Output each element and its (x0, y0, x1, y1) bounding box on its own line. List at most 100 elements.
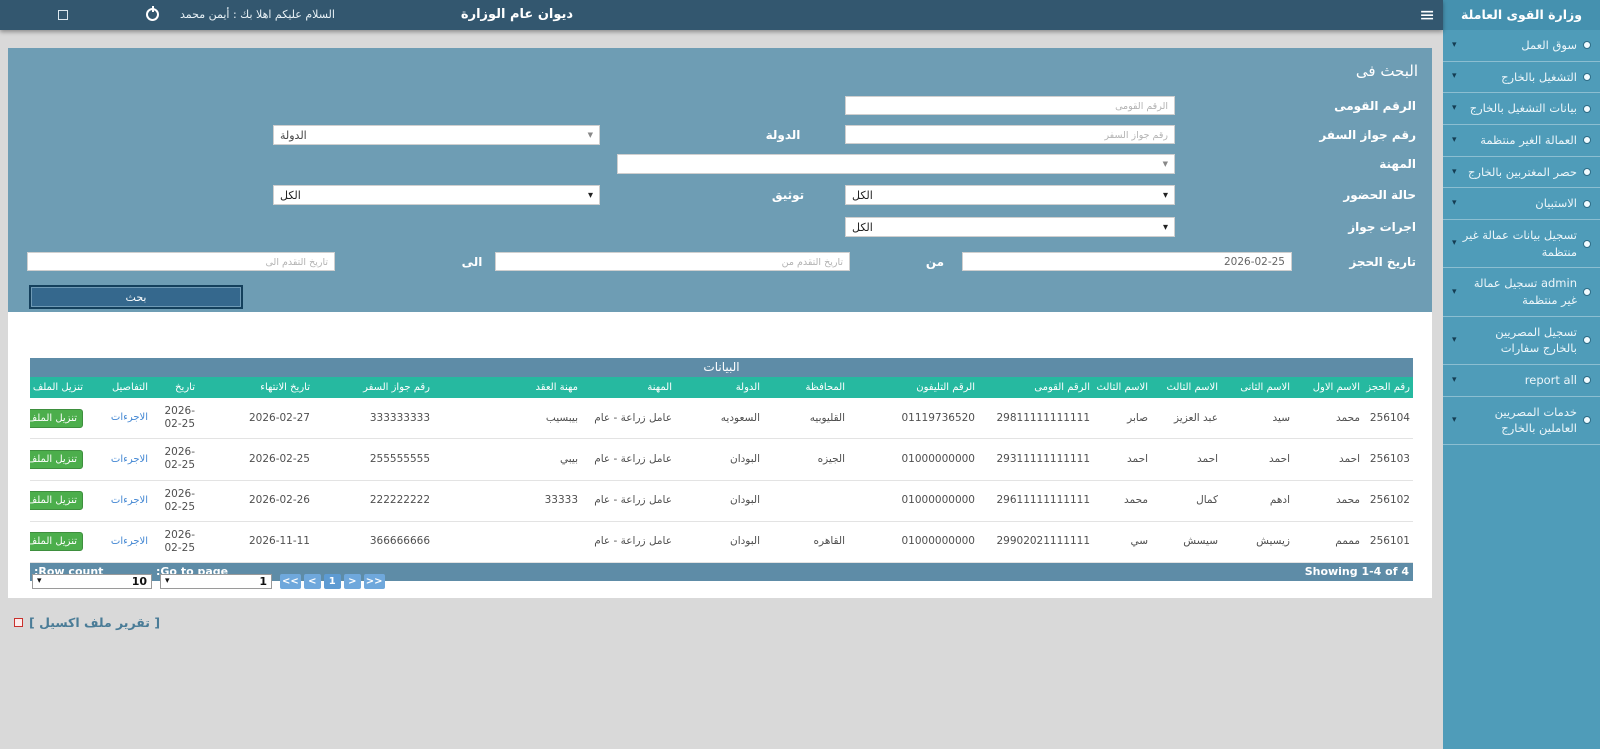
sidebar-item-0[interactable]: سوق العمل▾ (1443, 30, 1600, 62)
top-navbar: السلام عليكم اهلا بك : أيمن محمد ديوان ع… (0, 0, 1443, 30)
table-cell: عامل زراعة - عام (581, 439, 675, 480)
download-cell: تنزيل الملف (30, 521, 86, 562)
details-link[interactable]: الاجرءات (111, 536, 148, 547)
chevron-down-icon: ▾ (1163, 190, 1168, 201)
column-header: تاريخ الانتهاء (198, 377, 313, 398)
table-cell: القليوبيه (763, 398, 848, 439)
bullet-icon (1583, 105, 1591, 113)
sidebar-item-3[interactable]: العمالة الغير منتظمة▾ (1443, 125, 1600, 157)
table-cell: 2026-02-27 (198, 398, 313, 439)
chevron-down-icon: ▾ (165, 576, 170, 586)
sidebar-item-1[interactable]: التشغيل بالخارج▾ (1443, 62, 1600, 94)
table-header-row: رقم الحجزالاسم الاولالاسم الثانىالاسم ال… (30, 377, 1413, 398)
details-cell: الاجرءات (86, 398, 151, 439)
table-cell: 33333 (433, 480, 581, 521)
search-button[interactable]: بحث (29, 285, 243, 309)
download-file-button[interactable]: تنزيل الملف (30, 491, 83, 510)
pagination-button[interactable]: < (304, 574, 321, 589)
sidebar-item-8[interactable]: تسجيل المصريين بالخارج سفارات▾ (1443, 317, 1600, 365)
details-cell: الاجرءات (86, 480, 151, 521)
table-cell: 29811111111111 (978, 398, 1093, 439)
table-row: 256102محمدادهمكمالمحمد296111111111110100… (30, 480, 1413, 521)
table-cell: 2026-02-25 (151, 480, 198, 521)
sidebar-item-10[interactable]: خدمات المصريين العاملين بالخارج▾ (1443, 397, 1600, 445)
booking-date-input[interactable] (962, 252, 1292, 271)
download-file-button[interactable]: تنزيل الملف (30, 409, 83, 428)
goto-page-value: 1 (259, 575, 267, 588)
chevron-down-icon: ▾ (1452, 197, 1457, 210)
details-link[interactable]: الاجرءات (111, 454, 148, 465)
table-cell: سيسش (1151, 521, 1221, 562)
bullet-icon (1583, 200, 1591, 208)
goto-page-select[interactable]: ▾ 1 (160, 574, 272, 589)
page-title: ديوان عام الوزارة (397, 0, 637, 30)
apply-date-to-input[interactable] (27, 252, 335, 271)
authentication-select[interactable]: الكل ▾ (273, 185, 600, 205)
chevron-down-icon: ▼ (1163, 160, 1168, 168)
bullet-icon (1583, 376, 1591, 384)
passport-actions-select[interactable]: الكل ▾ (845, 217, 1175, 237)
table-cell: عامل زراعة - عام (581, 480, 675, 521)
national-id-input[interactable] (845, 96, 1175, 115)
search-form-title: البحث فى (1356, 62, 1418, 80)
table-cell: احمد (1293, 439, 1363, 480)
table-cell: السعوديه (675, 398, 763, 439)
table-cell: مممم (1293, 521, 1363, 562)
download-file-button[interactable]: تنزيل الملف (30, 450, 83, 469)
table-cell: محمد (1293, 480, 1363, 521)
chevron-down-icon: ▾ (1452, 39, 1457, 52)
pagination-button[interactable]: << (280, 574, 301, 589)
page-number-button[interactable]: 1 (324, 574, 341, 589)
row-count-select[interactable]: ▾ 10 (32, 574, 152, 589)
pagination-button[interactable]: >> (364, 574, 385, 589)
excel-report-link[interactable]: [ تقرير ملف اكسيل ] (29, 615, 160, 630)
sidebar-item-5[interactable]: الاستبيان▾ (1443, 188, 1600, 220)
table-cell: 255555555 (313, 439, 433, 480)
passport-number-input[interactable] (845, 125, 1175, 144)
sidebar-item-2[interactable]: بيانات التشغيل بالخارج▾ (1443, 93, 1600, 125)
sidebar: وزارة القوى العاملة سوق العمل▾التشغيل با… (1443, 0, 1600, 749)
table-cell (433, 521, 581, 562)
details-link[interactable]: الاجرءات (111, 495, 148, 506)
table-cell: سي (1093, 521, 1151, 562)
table-cell: احمد (1221, 439, 1293, 480)
passport-number-label: رقم جواز السفر (1319, 128, 1416, 142)
pagination: <<<1>>> (280, 574, 385, 589)
sidebar-item-6[interactable]: تسجيل بيانات عمالة غير منتظمة▾ (1443, 220, 1600, 268)
table-cell: 333333333 (313, 398, 433, 439)
hamburger-menu-icon[interactable]: ≡ (1419, 2, 1435, 28)
to-label: الى (458, 255, 486, 269)
table-cell: 222222222 (313, 480, 433, 521)
table-cell: القاهره (763, 521, 848, 562)
table-cell: 2026-02-25 (151, 439, 198, 480)
bullet-icon (1583, 288, 1591, 296)
download-file-button[interactable]: تنزيل الملف (30, 532, 83, 551)
authentication-label: توثيق (753, 188, 823, 202)
details-link[interactable]: الاجرءات (111, 412, 148, 423)
sidebar-item-4[interactable]: حصر المغتربين بالخارج▾ (1443, 157, 1600, 189)
table-cell: كمال (1151, 480, 1221, 521)
results-table: رقم الحجزالاسم الاولالاسم الثانىالاسم ال… (30, 377, 1413, 563)
profession-select[interactable]: ▼ (617, 154, 1175, 174)
download-cell: تنزيل الملف (30, 480, 86, 521)
excel-report-row: [ تقرير ملف اكسيل ] (8, 615, 1432, 630)
column-header: المحافظة (763, 377, 848, 398)
bullet-icon (1583, 41, 1591, 49)
table-row: 256103احمداحمداحمداحمد293111111111110100… (30, 439, 1413, 480)
attendance-status-select[interactable]: الكل ▾ (845, 185, 1175, 205)
sidebar-item-7[interactable]: admin تسجيل عمالة غير منتظمة▾ (1443, 268, 1600, 316)
passport-actions-value: الكل (852, 221, 873, 234)
country-select[interactable]: الدولة ▼ (273, 125, 600, 145)
table-cell: البودان (675, 439, 763, 480)
table-cell: 256104 (1363, 398, 1413, 439)
window-icon[interactable] (58, 10, 68, 20)
sidebar-item-9[interactable]: report all▾ (1443, 365, 1600, 397)
power-icon[interactable] (146, 8, 159, 21)
authentication-value: الكل (280, 189, 301, 202)
pagination-button[interactable]: > (344, 574, 361, 589)
table-cell: عبد العزيز (1151, 398, 1221, 439)
column-header: الاسم الثانى (1221, 377, 1293, 398)
apply-date-from-input[interactable] (495, 252, 850, 271)
column-header: الرقم التليفون (848, 377, 978, 398)
from-label: من (920, 255, 950, 269)
